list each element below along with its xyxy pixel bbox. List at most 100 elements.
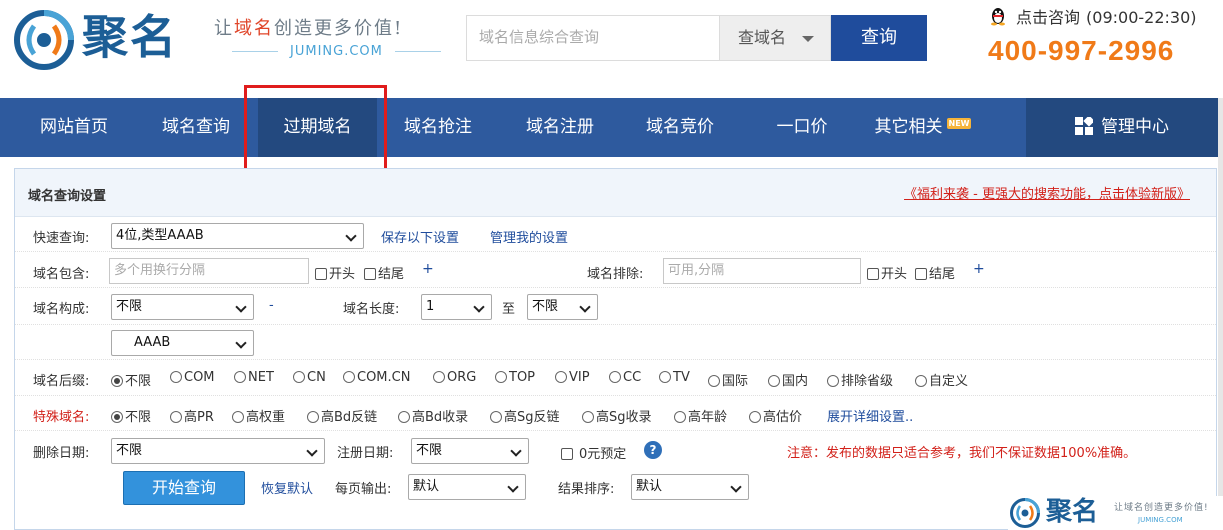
suffix-option-label: 国内 — [782, 374, 809, 389]
delete-date-label: 删除日期: — [33, 446, 90, 461]
nav-register[interactable]: 域名注册 — [500, 98, 620, 157]
suffix-label: 域名后缀: — [33, 374, 90, 389]
expand-settings-link[interactable]: 展开详细设置.. — [827, 406, 913, 425]
suffix-option-label: TV — [673, 370, 690, 385]
reset-default-link[interactable]: 恢复默认 — [261, 478, 313, 497]
contain-start-checkbox[interactable]: 开头 — [315, 263, 355, 282]
start-search-button[interactable]: 开始查询 — [123, 471, 245, 505]
site-logo[interactable]: 聚名 让域名创造更多价值! JUMING.COM — [14, 8, 434, 70]
qq-label: 点击咨询 — [1016, 8, 1081, 27]
contain-input[interactable]: 多个用换行分隔 — [109, 258, 309, 284]
suffix-option[interactable]: ORG — [433, 370, 476, 385]
search-input[interactable]: 域名信息综合查询 — [466, 15, 719, 61]
exclude-placeholder: 可用,分隔 — [668, 263, 725, 278]
compose-label: 域名构成: — [33, 302, 90, 317]
logo-slogan: 让域名创造更多价值! — [214, 14, 403, 40]
watermark-slogan: 让域名创造更多价值! — [1114, 503, 1209, 513]
slogan-prefix: 让 — [214, 18, 234, 39]
per-page-select[interactable]: 默认 — [408, 474, 526, 500]
qq-consult-link[interactable]: 点击咨询 (09:00-22:30) — [988, 6, 1218, 29]
chevron-down-icon — [473, 301, 485, 313]
checkbox-icon — [915, 268, 927, 280]
special-option[interactable]: 不限 — [111, 406, 151, 425]
special-option[interactable]: 高估价 — [749, 406, 802, 425]
search-type-label: 查域名 — [738, 28, 787, 47]
header-search: 域名信息综合查询 查域名 查询 — [466, 15, 928, 61]
nav-domain-search[interactable]: 域名查询 — [136, 98, 256, 157]
radio-icon — [659, 371, 671, 383]
suffix-option[interactable]: CC — [609, 370, 641, 385]
exclude-end-label: 结尾 — [929, 267, 956, 282]
chevron-down-icon — [579, 301, 591, 313]
radio-icon — [170, 411, 182, 423]
nav-admin-center[interactable]: 管理中心 — [1026, 98, 1218, 157]
special-label: 特殊域名: — [33, 410, 90, 425]
pattern-select[interactable]: AAAB — [111, 330, 254, 356]
search-type-select[interactable]: 查域名 — [719, 15, 831, 61]
exclude-start-checkbox[interactable]: 开头 — [867, 263, 907, 282]
suffix-option[interactable]: 自定义 — [915, 370, 968, 389]
delete-date-select[interactable]: 不限 — [111, 438, 325, 464]
special-option-label: 高Sg反链 — [504, 410, 560, 425]
suffix-option[interactable]: COM — [170, 370, 215, 385]
special-option[interactable]: 高Bd收录 — [398, 406, 468, 425]
special-option[interactable]: 高Bd反链 — [307, 406, 377, 425]
search-button[interactable]: 查询 — [831, 15, 927, 61]
special-option-label: 高Sg收录 — [596, 410, 652, 425]
nav-home[interactable]: 网站首页 — [14, 98, 134, 157]
promo-link[interactable]: 《福利来袭 - 更强大的搜索功能，点击体验新版》 — [904, 183, 1190, 202]
chevron-down-icon — [510, 445, 522, 457]
nav-backorder[interactable]: 域名抢注 — [378, 98, 498, 157]
quick-query-select[interactable]: 4位,类型AAAB — [111, 223, 364, 249]
qq-penguin-icon — [991, 8, 1005, 26]
radio-icon — [674, 411, 686, 423]
panel-title: 域名查询设置 — [28, 189, 107, 204]
search-placeholder: 域名信息综合查询 — [479, 29, 600, 46]
contact-info: 点击咨询 (09:00-22:30) 400-997-2996 — [988, 6, 1218, 67]
manage-settings-link[interactable]: 管理我的设置 — [490, 227, 568, 246]
suffix-option[interactable]: TV — [659, 370, 690, 385]
date-row: 删除日期: 不限 注册日期: 不限 0元预定 ? 注意：发布的数据只适合参考，我… — [15, 431, 1216, 467]
radio-icon — [433, 371, 445, 383]
suffix-option[interactable]: 排除省级 — [827, 370, 893, 389]
reg-date-select[interactable]: 不限 — [411, 438, 529, 464]
radio-icon — [582, 411, 594, 423]
exclude-end-checkbox[interactable]: 结尾 — [915, 263, 955, 282]
nav-auction[interactable]: 域名竞价 — [620, 98, 740, 157]
save-settings-link[interactable]: 保存以下设置 — [381, 227, 459, 246]
special-option[interactable]: 高权重 — [232, 406, 285, 425]
compose-select[interactable]: 不限 — [111, 294, 254, 320]
nav-expired-domains[interactable]: 过期域名 — [258, 98, 377, 157]
contain-add-button[interactable]: + — [422, 261, 434, 277]
suffix-option-label: COM.CN — [357, 370, 411, 385]
special-option[interactable]: 高Sg收录 — [582, 406, 652, 425]
nav-others[interactable]: 其它相关 NEW — [862, 98, 984, 157]
admin-label: 管理中心 — [1101, 117, 1169, 137]
exclude-add-button[interactable]: + — [973, 261, 985, 277]
radio-icon — [609, 371, 621, 383]
contain-end-checkbox[interactable]: 结尾 — [364, 263, 404, 282]
special-option[interactable]: 高年龄 — [674, 406, 727, 425]
length-from-select[interactable]: 1 — [421, 294, 492, 320]
suffix-option[interactable]: CN — [293, 370, 326, 385]
exclude-input[interactable]: 可用,分隔 — [663, 258, 861, 284]
suffix-option[interactable]: 国际 — [708, 370, 748, 389]
suffix-option[interactable]: 国内 — [768, 370, 808, 389]
suffix-option[interactable]: NET — [234, 370, 274, 385]
special-option-label: 不限 — [125, 410, 152, 425]
suffix-option[interactable]: VIP — [555, 370, 590, 385]
length-to-select[interactable]: 不限 — [527, 294, 598, 320]
suffix-option[interactable]: COM.CN — [343, 370, 410, 385]
suffix-option[interactable]: 不限 — [111, 370, 151, 389]
length-from-value: 1 — [426, 299, 435, 314]
suffix-option[interactable]: TOP — [495, 370, 535, 385]
sort-select[interactable]: 默认 — [631, 474, 749, 500]
chevron-down-icon — [306, 445, 318, 457]
nav-fixed-price[interactable]: 一口价 — [742, 98, 862, 157]
special-option[interactable]: 高PR — [170, 406, 214, 425]
help-icon[interactable]: ? — [644, 441, 662, 459]
page-scrollbar[interactable] — [1218, 98, 1223, 530]
special-option[interactable]: 高Sg反链 — [490, 406, 560, 425]
per-page-value: 默认 — [413, 479, 440, 494]
zero-reserve-checkbox[interactable]: 0元预定 — [561, 443, 626, 462]
